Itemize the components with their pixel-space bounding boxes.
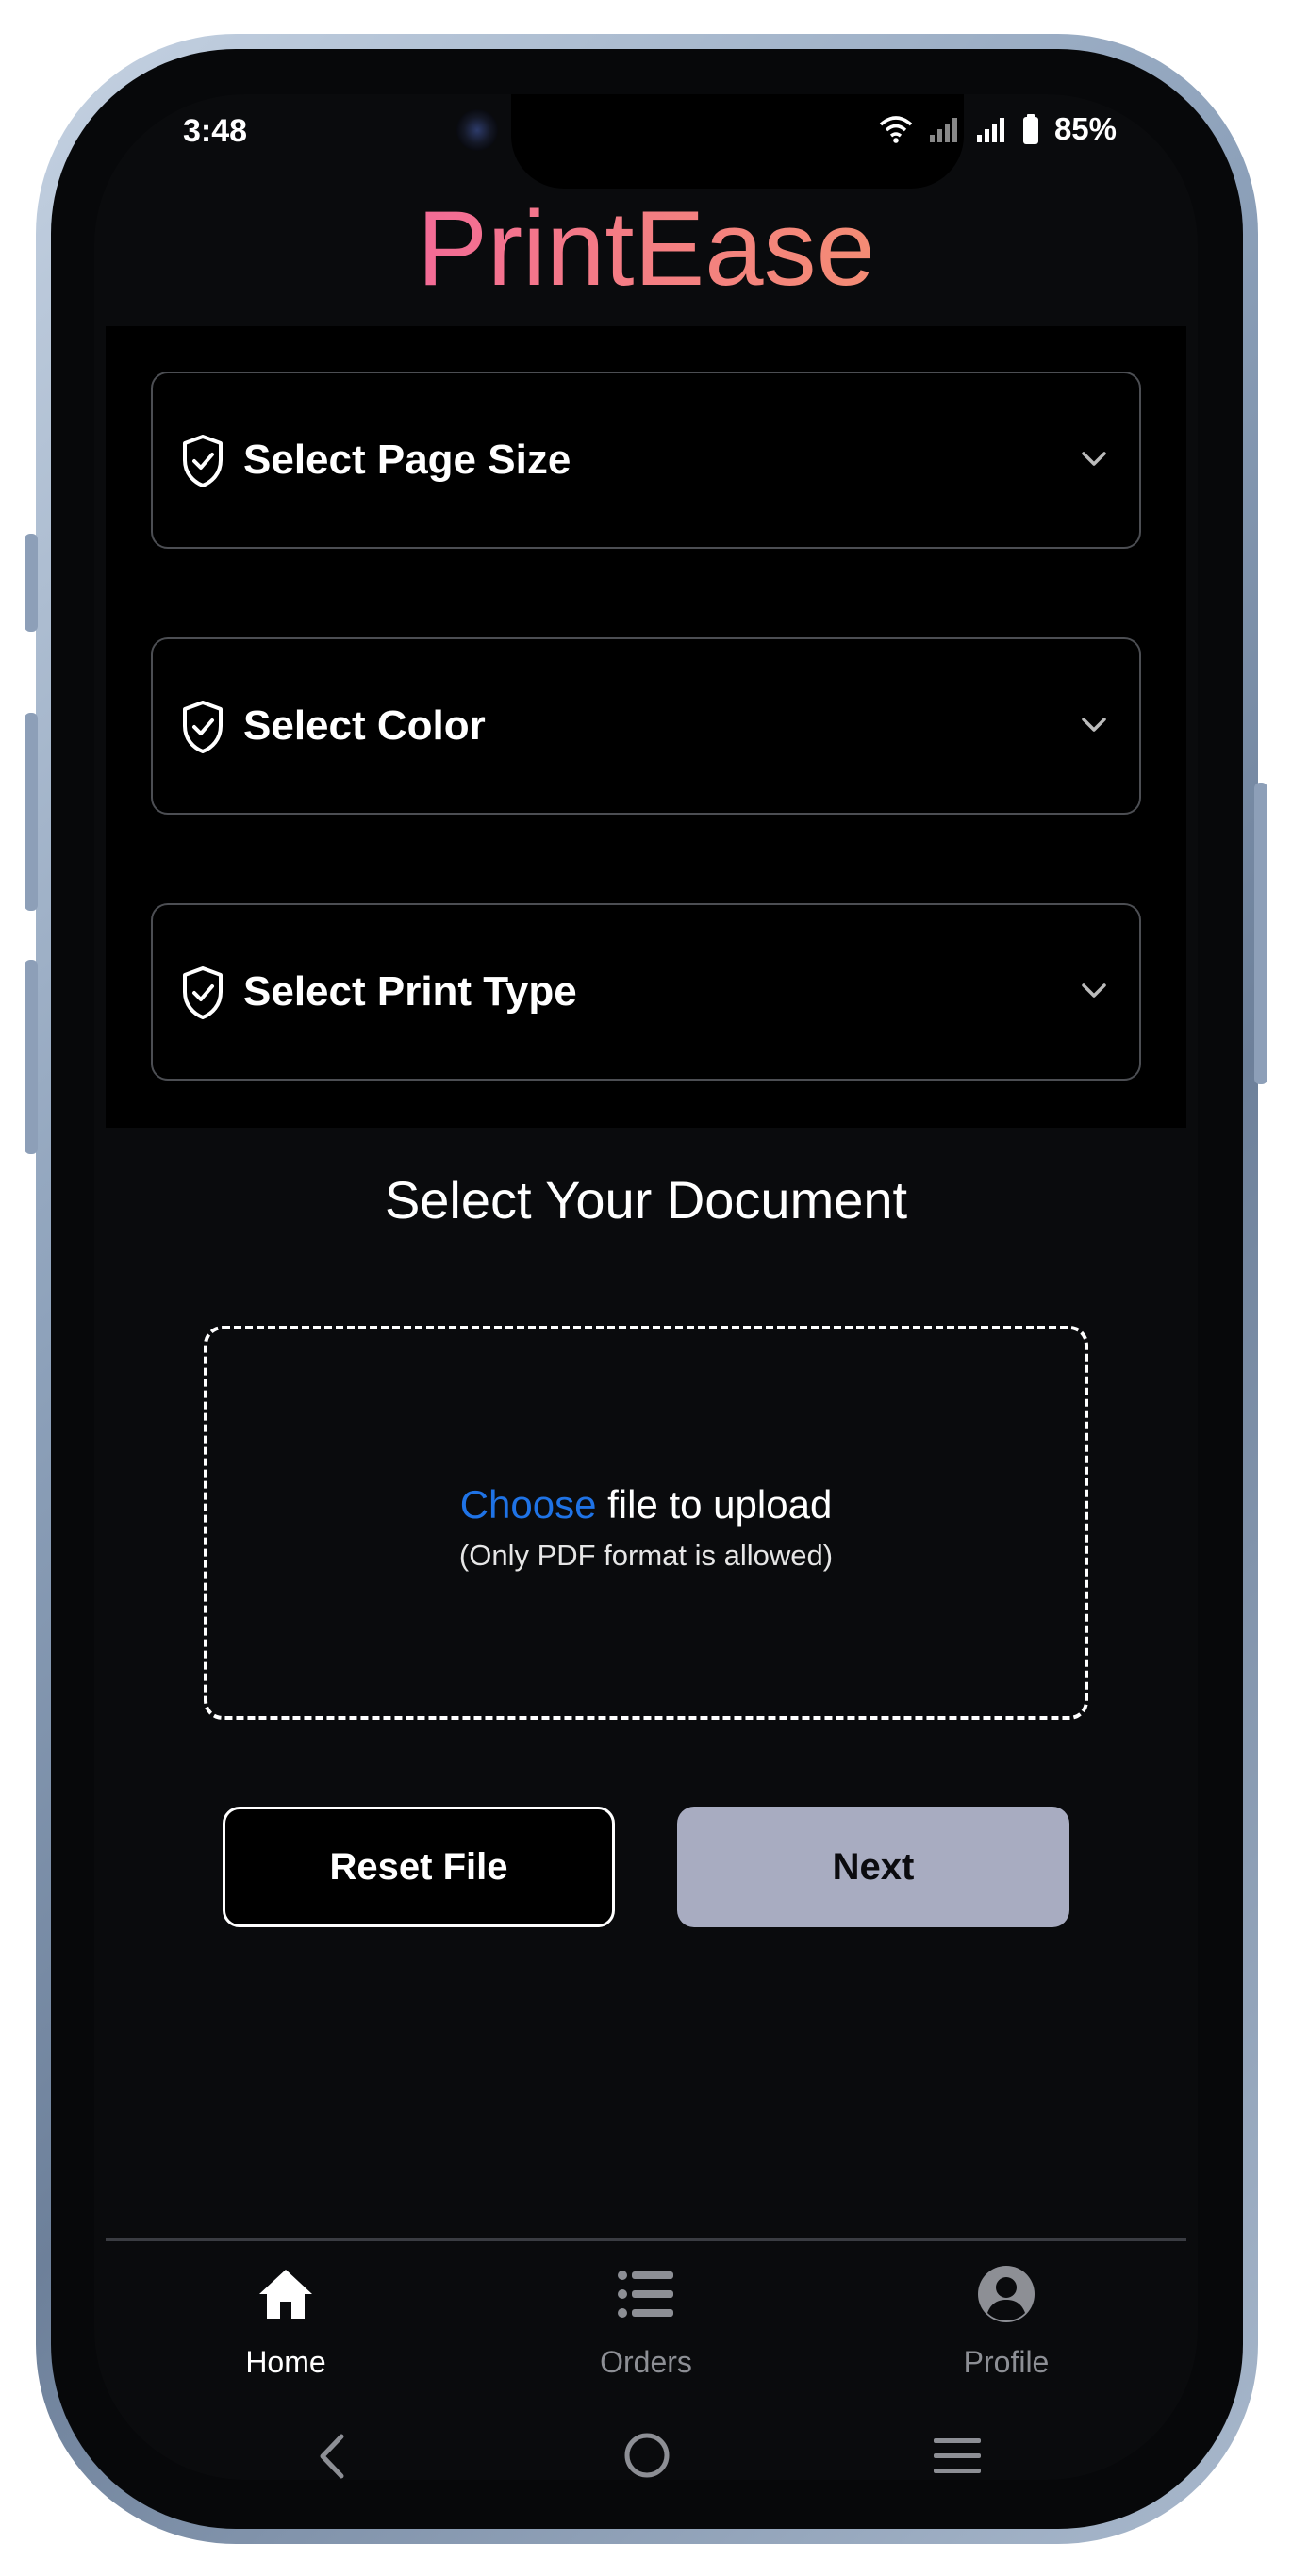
chevron-down-icon	[1082, 452, 1106, 466]
shield-check-icon	[183, 435, 223, 487]
choose-file-link[interactable]: Choose	[460, 1482, 597, 1527]
print-options-panel: Select Page Size Select Color Select Pri…	[106, 326, 1186, 1128]
file-upload-dropzone[interactable]: Choose file to upload (Only PDF format i…	[204, 1326, 1088, 1720]
shield-check-icon	[183, 966, 223, 1019]
power-button	[1254, 783, 1267, 1084]
status-icons: 85%	[879, 111, 1117, 147]
upload-format-hint: (Only PDF format is allowed)	[458, 1539, 834, 1572]
document-section-title: Select Your Document	[384, 1170, 908, 1230]
wifi-icon	[879, 116, 913, 143]
color-label: Select Color	[243, 702, 486, 749]
bottom-navigation: Home Orders Profile	[106, 2238, 1186, 2420]
mute-switch	[25, 534, 38, 632]
page-size-dropdown[interactable]: Select Page Size	[151, 372, 1141, 549]
battery-icon	[1022, 114, 1038, 144]
home-icon	[259, 2270, 312, 2319]
color-dropdown[interactable]: Select Color	[151, 637, 1141, 815]
upload-text: file to upload	[596, 1482, 833, 1527]
chevron-down-icon	[1082, 983, 1106, 998]
volume-down-button	[25, 960, 38, 1154]
front-camera	[456, 109, 498, 151]
print-type-label: Select Print Type	[243, 968, 577, 1015]
list-icon	[618, 2271, 673, 2318]
system-navigation-bar	[94, 2423, 1198, 2480]
status-time: 3:48	[183, 113, 248, 149]
next-button[interactable]: Next	[677, 1807, 1069, 1927]
volume-up-button	[25, 713, 38, 911]
nav-item-profile[interactable]: Profile	[865, 2241, 1148, 2420]
shield-check-icon	[183, 701, 223, 753]
signal-icon	[976, 118, 1004, 142]
battery-percent: 85%	[1053, 111, 1117, 146]
reset-file-button[interactable]: Reset File	[223, 1807, 615, 1927]
print-type-dropdown[interactable]: Select Print Type	[151, 903, 1141, 1081]
nav-item-orders[interactable]: Orders	[505, 2241, 787, 2420]
app-title: PrintEase	[94, 196, 1198, 302]
profile-icon	[978, 2266, 1035, 2322]
chevron-down-icon	[1082, 718, 1106, 732]
signal-weak-icon	[929, 118, 957, 142]
nav-item-home[interactable]: Home	[144, 2241, 427, 2420]
nav-label-orders: Orders	[600, 2345, 692, 2379]
nav-label-profile: Profile	[963, 2345, 1050, 2379]
screen: 3:48 85% PrintEase Select Page Size Sele…	[94, 94, 1198, 2480]
back-icon[interactable]	[315, 2433, 349, 2480]
page-size-label: Select Page Size	[243, 437, 571, 483]
nav-label-home: Home	[245, 2345, 326, 2379]
home-circle-icon[interactable]	[622, 2431, 671, 2480]
recents-menu-icon[interactable]	[932, 2436, 983, 2476]
upload-prompt: Choose file to upload	[207, 1482, 1085, 1527]
